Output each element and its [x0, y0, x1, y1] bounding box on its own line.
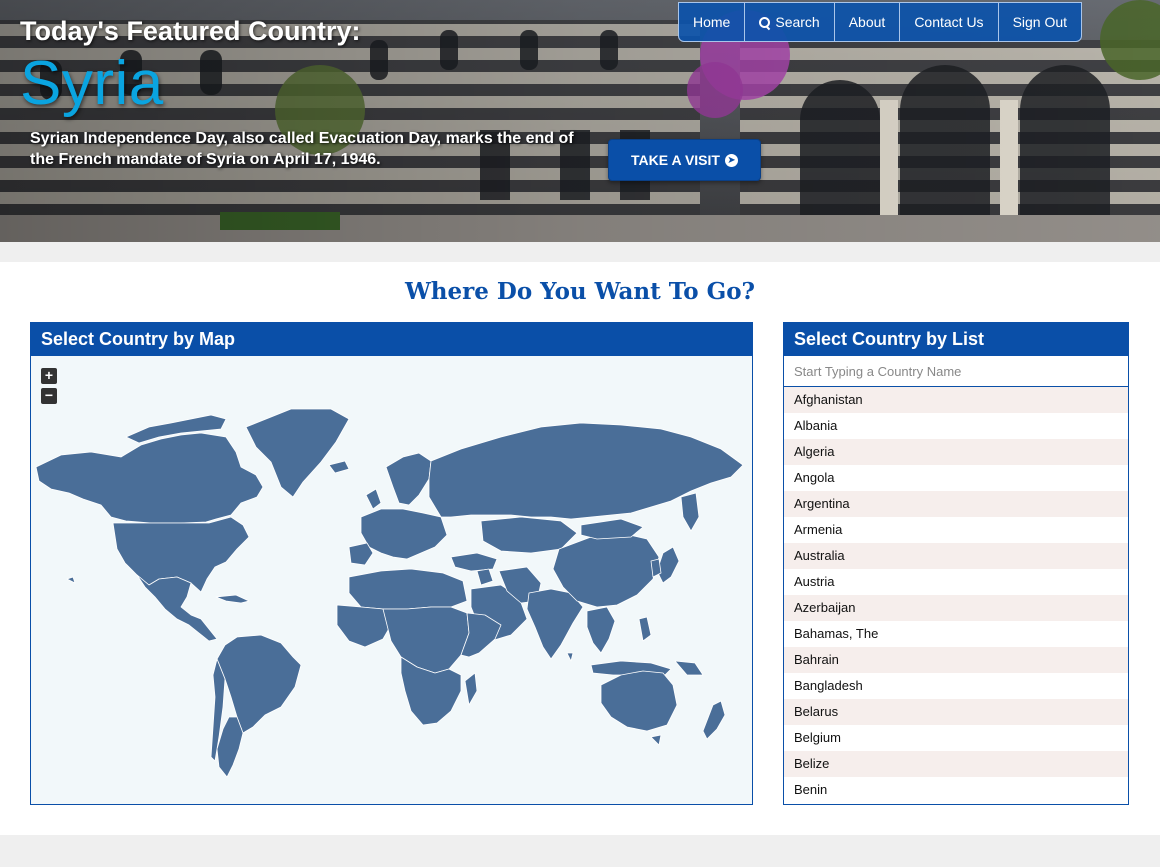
- country-list-item[interactable]: Azerbaijan: [784, 595, 1128, 621]
- featured-country-name[interactable]: Syria: [20, 48, 164, 119]
- country-list-item[interactable]: Bahrain: [784, 647, 1128, 673]
- world-map[interactable]: [31, 357, 752, 804]
- nav-home[interactable]: Home: [679, 3, 744, 41]
- map-country-philippines[interactable]: [638, 616, 652, 642]
- country-list-item[interactable]: Belgium: [784, 725, 1128, 751]
- featured-country-description: Syrian Independence Day, also called Eva…: [30, 130, 574, 168]
- map-panel-title: Select Country by Map: [31, 323, 752, 356]
- arrow-circle-right-icon: ➤: [724, 153, 738, 167]
- map-country-new-zealand[interactable]: [702, 700, 726, 740]
- nav-search-label: Search: [775, 14, 820, 30]
- country-list-item[interactable]: Austria: [784, 569, 1128, 595]
- map-country-australia[interactable]: [600, 670, 678, 732]
- map-country-madagascar[interactable]: [464, 672, 478, 706]
- country-list-item[interactable]: Bangladesh: [784, 673, 1128, 699]
- country-list-item[interactable]: Angola: [784, 465, 1128, 491]
- map-country-sri-lanka[interactable]: [566, 652, 574, 662]
- map-panel: Select Country by Map + −: [30, 322, 753, 805]
- country-list-item[interactable]: Algeria: [784, 439, 1128, 465]
- nav-about[interactable]: About: [833, 3, 900, 41]
- map-country-iberia[interactable]: [348, 542, 374, 566]
- country-list-item[interactable]: Bahamas, The: [784, 621, 1128, 647]
- country-list-item[interactable]: Armenia: [784, 517, 1128, 543]
- nav-search[interactable]: Search: [744, 3, 833, 41]
- map-country-tasmania[interactable]: [650, 734, 662, 746]
- map-country-iceland[interactable]: [328, 460, 350, 474]
- country-search-input[interactable]: [784, 356, 1128, 387]
- nav-contact-us[interactable]: Contact Us: [899, 3, 997, 41]
- page-heading: Where Do You Want To Go?: [404, 278, 756, 305]
- map-country-central-africa[interactable]: [382, 606, 470, 674]
- country-list-panel: Select Country by List Afghanistan Alban…: [783, 322, 1129, 805]
- map-country-west-africa[interactable]: [336, 604, 392, 648]
- map-country-mexico[interactable]: [136, 574, 218, 642]
- hero-banner: Today's Featured Country: Syria Syrian I…: [0, 0, 1160, 242]
- country-list-item[interactable]: Belize: [784, 751, 1128, 777]
- nav-sign-out-label: Sign Out: [1012, 14, 1068, 30]
- map-country-southeast-asia[interactable]: [586, 606, 616, 654]
- footer-strip: [0, 835, 1160, 867]
- country-list-item[interactable]: Albania: [784, 413, 1128, 439]
- map-country-cuba[interactable]: [215, 594, 250, 604]
- map-country-hawaii[interactable]: [66, 576, 76, 584]
- nav-contact-us-label: Contact Us: [914, 14, 984, 30]
- map-country-turkey[interactable]: [450, 552, 498, 572]
- nav-sign-out[interactable]: Sign Out: [997, 3, 1081, 41]
- map-country-papua-new-guinea[interactable]: [674, 660, 704, 676]
- map-country-canada[interactable]: [35, 432, 264, 524]
- map-country-japan[interactable]: [656, 546, 680, 584]
- map-country-india[interactable]: [526, 588, 584, 660]
- country-list-item[interactable]: Australia: [784, 543, 1128, 569]
- map-country-kamchatka[interactable]: [680, 492, 700, 532]
- map-country-argentina[interactable]: [216, 716, 244, 778]
- country-list-item[interactable]: Argentina: [784, 491, 1128, 517]
- search-icon: [759, 16, 771, 28]
- top-navigation: Home Search About Contact Us Sign Out: [678, 2, 1083, 42]
- map-country-north-africa[interactable]: [348, 568, 468, 610]
- take-a-visit-button[interactable]: TAKE A VISIT ➤: [608, 139, 761, 181]
- country-list-item[interactable]: Belarus: [784, 699, 1128, 725]
- hero-title: Today's Featured Country:: [20, 16, 361, 46]
- nav-about-label: About: [848, 14, 886, 30]
- take-a-visit-label: TAKE A VISIT: [631, 152, 720, 168]
- nav-home-label: Home: [693, 14, 731, 30]
- map-country-europe-west[interactable]: [360, 508, 448, 560]
- main-content: Where Do You Want To Go? Select Country …: [0, 262, 1160, 835]
- map-country-scandinavia[interactable]: [385, 452, 432, 506]
- map-country-united-kingdom[interactable]: [365, 488, 382, 510]
- country-list-item[interactable]: Benin: [784, 777, 1128, 803]
- country-list: Afghanistan Albania Algeria Angola Argen…: [784, 387, 1128, 803]
- map-country-syria[interactable]: [476, 568, 494, 586]
- country-list-item[interactable]: Afghanistan: [784, 387, 1128, 413]
- list-panel-title: Select Country by List: [784, 323, 1128, 356]
